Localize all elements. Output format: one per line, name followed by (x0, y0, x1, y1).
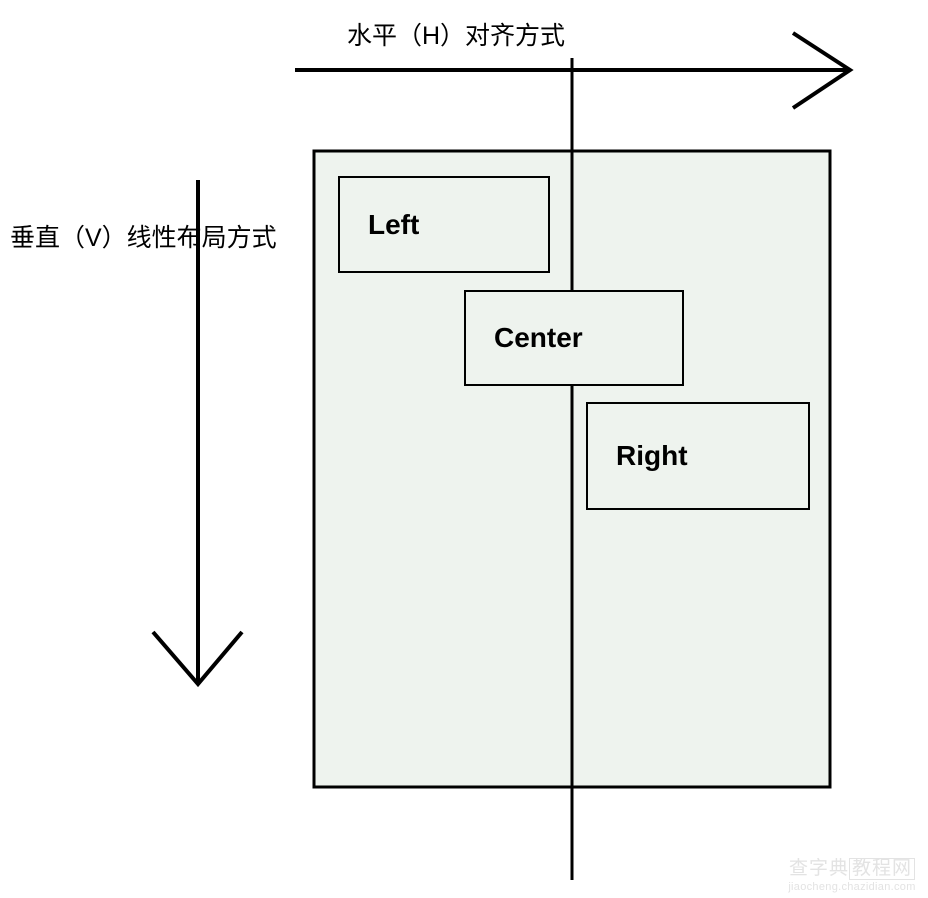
child-box-center-label: Center (494, 322, 583, 353)
watermark-brand-suffix: 教程网 (849, 858, 916, 880)
diagram-canvas: 水平（H）对齐方式 垂直（V）线性布局方式 Left Center Right … (0, 0, 928, 898)
child-box-left[interactable]: Left (338, 176, 550, 273)
child-box-right-label: Right (616, 440, 688, 471)
horizontal-alignment-label: 水平（H）对齐方式 (347, 22, 566, 50)
child-box-left-label: Left (368, 208, 420, 240)
watermark-brand: 查字典 (788, 858, 849, 879)
watermark-brand-line: 查字典 教程网 (782, 858, 922, 880)
vertical-layout-label: 垂直（V）线性布局方式 (10, 224, 277, 252)
child-box-center[interactable]: Center (464, 290, 684, 386)
watermark-url: jiaocheng.chazidian.com (788, 880, 916, 893)
child-box-right[interactable]: Right (586, 402, 810, 510)
watermark: 查字典 教程网 jiaocheng.chazidian.com (782, 858, 922, 894)
